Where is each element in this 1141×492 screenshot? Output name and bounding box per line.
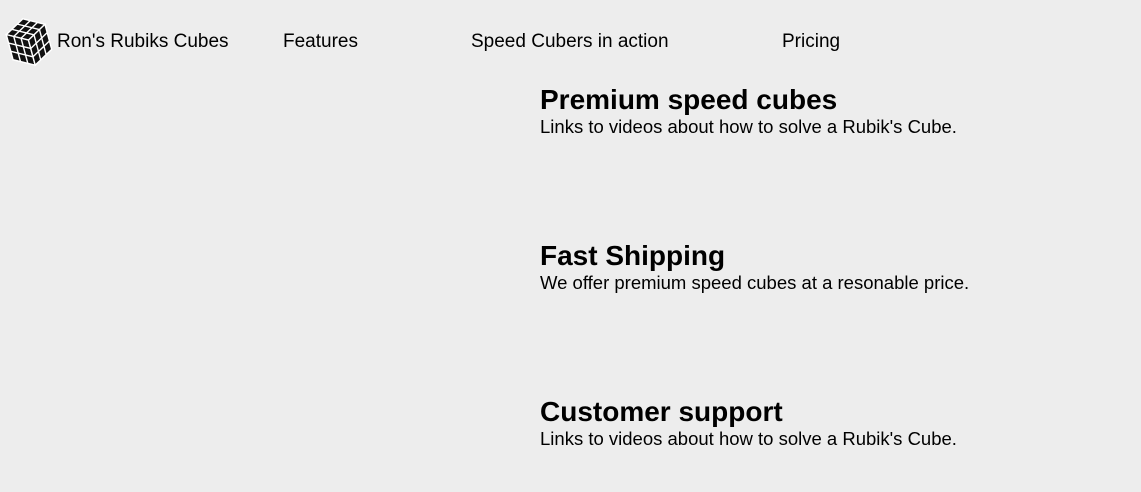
feature-premium-speed-cubes: Premium speed cubes Links to videos abou…	[540, 84, 1100, 138]
feature-title: Customer support	[540, 396, 783, 427]
brand-name: Ron's Rubiks Cubes	[57, 31, 229, 52]
feature-title: Fast Shipping	[540, 240, 726, 271]
feature-customer-support: Customer support Links to videos about h…	[540, 396, 1100, 450]
feature-title: Premium speed cubes	[540, 84, 838, 115]
site-header: Ron's Rubiks Cubes Features Speed Cubers…	[0, 0, 1141, 84]
nav-link-features[interactable]: Features	[283, 30, 358, 54]
nav-link-pricing[interactable]: Pricing	[782, 30, 840, 54]
rubiks-cube-icon[interactable]	[2, 14, 56, 70]
feature-description: Links to videos about how to solve a Rub…	[540, 428, 957, 449]
feature-description: Links to videos about how to solve a Rub…	[540, 116, 957, 137]
feature-fast-shipping: Fast Shipping We offer premium speed cub…	[540, 240, 1100, 294]
nav-link-speed-cubers[interactable]: Speed Cubers in action	[471, 30, 669, 54]
feature-description: We offer premium speed cubes at a resona…	[540, 272, 970, 293]
